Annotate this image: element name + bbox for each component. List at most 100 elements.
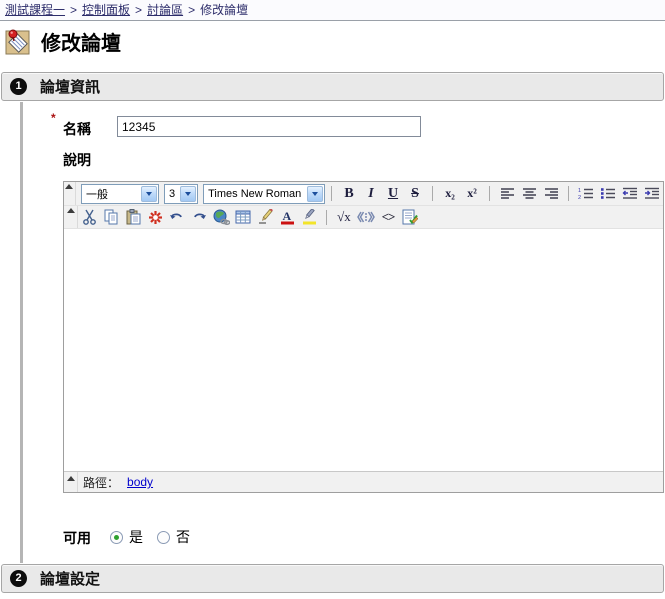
collapse-up-icon	[67, 208, 75, 213]
available-no-label: 否	[176, 527, 190, 547]
link-globe-icon	[213, 209, 230, 225]
toolbar-separator	[326, 210, 327, 225]
chevron-down-icon	[307, 186, 323, 202]
available-label: 可用	[63, 528, 91, 548]
align-center-icon	[522, 187, 537, 200]
redo-button[interactable]	[188, 207, 210, 227]
toolbar-separator	[568, 186, 569, 201]
chevron-down-icon	[180, 186, 196, 202]
collapse-up-icon	[67, 476, 75, 481]
editor-toolbar-format-row: 一般 3 Times New Roman B I U S x₂ x²	[64, 182, 663, 206]
undo-button[interactable]	[166, 207, 188, 227]
section-header-forum-information: 1 論壇資訊	[1, 72, 664, 101]
name-label: 名稱	[63, 119, 91, 139]
indent-button[interactable]	[641, 184, 663, 204]
path-collapse-handle[interactable]	[64, 472, 78, 492]
modify-forum-page: 測試課程一>控制面板>討論區>修改論壇 修改論壇 1 論壇資訊 *	[0, 0, 665, 599]
superscript-button[interactable]: x²	[461, 184, 483, 204]
italic-icon: I	[368, 186, 373, 202]
available-radio-group: 是 否	[110, 527, 204, 547]
outdent-button[interactable]	[619, 184, 641, 204]
bold-button[interactable]: B	[338, 184, 360, 204]
available-no-radio[interactable]	[157, 531, 170, 544]
equation-icon: √x	[337, 209, 351, 225]
description-rich-text-editor: 一般 3 Times New Roman B I U S x₂ x²	[63, 181, 664, 493]
spellcheck-starburst-icon	[148, 210, 163, 225]
description-label: 說明	[63, 150, 91, 170]
breadcrumb-course-link[interactable]: 測試課程一	[5, 3, 65, 17]
insert-table-button[interactable]	[232, 207, 254, 227]
bullet-list-icon	[600, 187, 616, 200]
forum-name-input[interactable]	[117, 116, 421, 137]
highlighter-icon	[302, 209, 317, 225]
html-source-button[interactable]: <>	[377, 207, 399, 227]
editor-toolbar-action-row: A √x <>	[64, 206, 663, 229]
modify-forum-icon	[5, 28, 32, 55]
description-edit-area[interactable]	[64, 229, 663, 471]
breadcrumb-discussion-board-link[interactable]: 討論區	[147, 3, 183, 17]
spellcheck-button[interactable]	[144, 207, 166, 227]
insert-link-button[interactable]	[210, 207, 232, 227]
section-title: 論壇資訊	[40, 76, 100, 97]
superscript-icon: x²	[467, 186, 477, 201]
preview-page-icon	[402, 209, 418, 225]
toolbar-separator	[331, 186, 332, 201]
copy-icon	[103, 209, 119, 225]
mathml-editor-button[interactable]	[355, 207, 377, 227]
align-left-button[interactable]	[496, 184, 518, 204]
paragraph-style-select[interactable]: 一般	[81, 184, 159, 204]
copy-button[interactable]	[100, 207, 122, 227]
bullet-list-button[interactable]	[597, 184, 619, 204]
required-marker: *	[51, 111, 56, 125]
numbered-list-button[interactable]: 12	[575, 184, 597, 204]
equation-editor-button[interactable]: √x	[333, 207, 355, 227]
available-yes-radio[interactable]	[110, 531, 123, 544]
svg-text:A: A	[282, 209, 291, 223]
breadcrumb: 測試課程一>控制面板>討論區>修改論壇	[0, 0, 665, 21]
mathml-icon	[357, 211, 375, 223]
table-icon	[235, 210, 251, 224]
indent-icon	[644, 187, 660, 200]
pencil-line-icon	[257, 209, 273, 225]
font-color-button[interactable]: A	[276, 207, 298, 227]
section-number-badge: 1	[10, 78, 27, 95]
strikethrough-button[interactable]: S	[404, 184, 426, 204]
collapse-up-icon	[65, 184, 73, 189]
path-body-link[interactable]: body	[127, 475, 153, 489]
path-label: 路徑：	[83, 474, 119, 491]
section-title: 論壇設定	[40, 568, 100, 589]
align-center-button[interactable]	[518, 184, 540, 204]
align-right-button[interactable]	[540, 184, 562, 204]
cut-button[interactable]	[78, 207, 100, 227]
font-size-value: 3	[165, 188, 179, 200]
breadcrumb-control-panel-link[interactable]: 控制面板	[82, 3, 130, 17]
bold-icon: B	[344, 186, 353, 202]
svg-text:1: 1	[578, 188, 581, 194]
subscript-icon: x₂	[445, 186, 455, 201]
toolbar-collapse-handle[interactable]	[64, 182, 76, 205]
chevron-down-icon	[141, 186, 157, 202]
available-yes-label: 是	[129, 527, 143, 547]
redo-icon	[191, 211, 207, 224]
highlight-color-button[interactable]	[298, 207, 320, 227]
section-number-badge: 2	[10, 570, 27, 587]
page-title: 修改論壇	[41, 27, 121, 56]
undo-icon	[169, 211, 185, 224]
numbered-list-icon: 12	[578, 187, 594, 200]
editor-path-bar: 路徑： body	[64, 471, 663, 492]
horizontal-line-button[interactable]	[254, 207, 276, 227]
paragraph-style-value: 一般	[82, 186, 112, 202]
paste-icon	[125, 209, 141, 225]
toolbar-collapse-handle[interactable]	[64, 206, 78, 228]
page-title-row: 修改論壇	[5, 27, 121, 56]
section-left-rule	[20, 102, 23, 563]
subscript-button[interactable]: x₂	[439, 184, 461, 204]
font-family-select[interactable]: Times New Roman	[203, 184, 325, 204]
strikethrough-icon: S	[411, 186, 419, 202]
paste-button[interactable]	[122, 207, 144, 227]
preview-button[interactable]	[399, 207, 421, 227]
italic-button[interactable]: I	[360, 184, 382, 204]
underline-button[interactable]: U	[382, 184, 404, 204]
font-color-icon: A	[280, 209, 295, 225]
font-size-select[interactable]: 3	[164, 184, 198, 204]
